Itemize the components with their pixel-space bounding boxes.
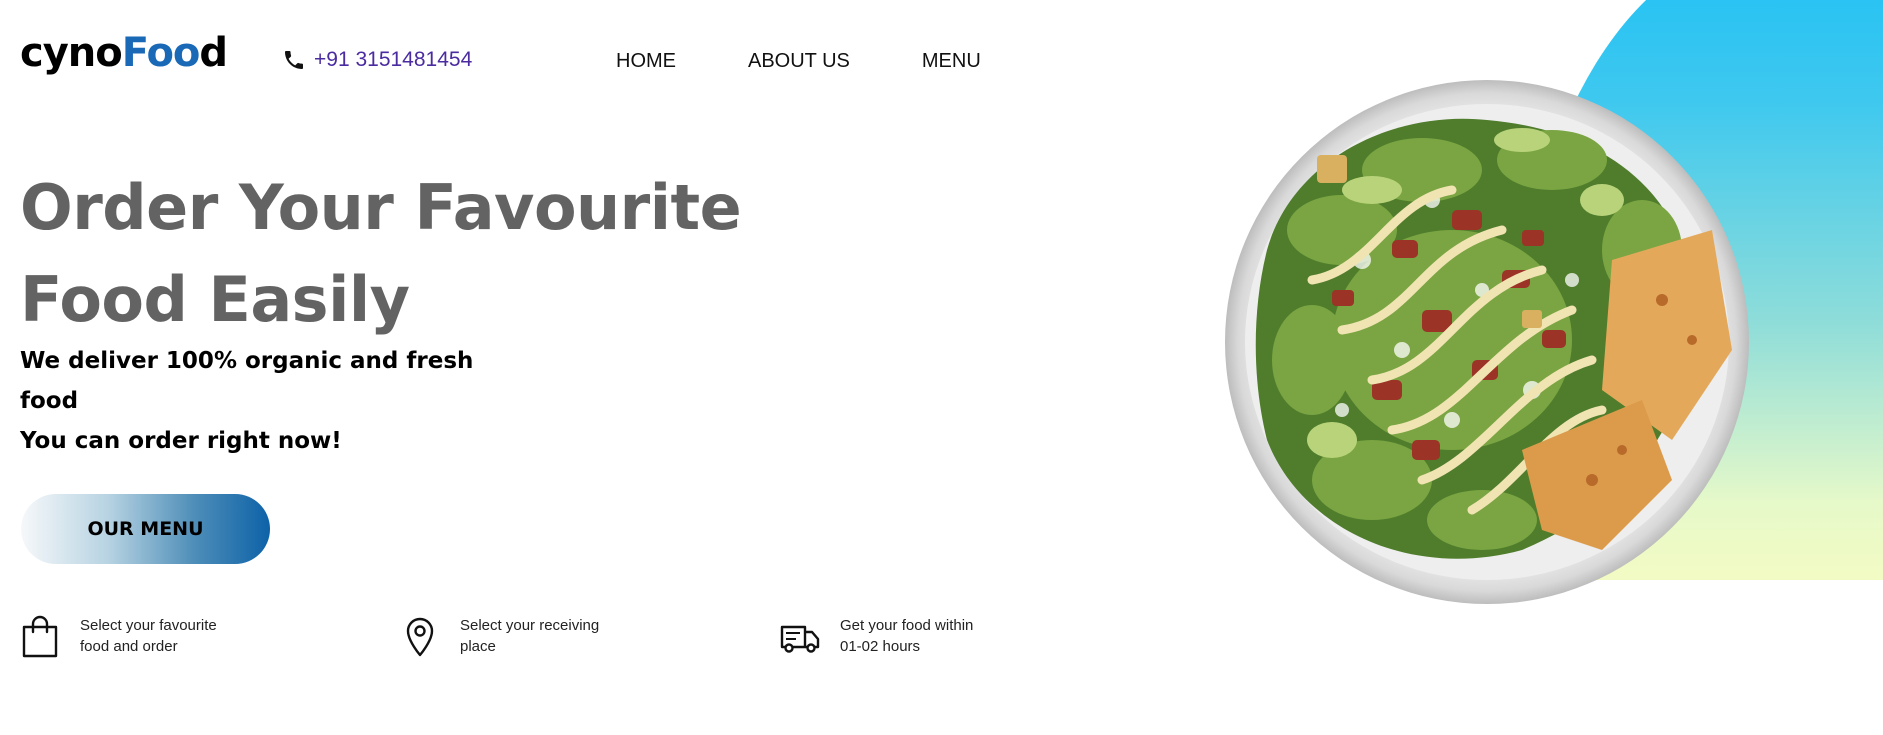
- delivery-truck-icon: [780, 625, 820, 653]
- logo-prefix: cyno: [20, 30, 123, 76]
- steps-row: Select your favourite food and order Sel…: [20, 615, 1020, 675]
- step-text: Select your favourite food and order: [80, 615, 217, 657]
- step-line: Select your favourite: [80, 617, 217, 634]
- nav-menu[interactable]: MENU: [922, 50, 981, 73]
- nav-home[interactable]: HOME: [616, 50, 676, 73]
- phone-contact[interactable]: +91 3151481454: [282, 48, 472, 72]
- step-item-place: Select your receiving place: [400, 615, 599, 659]
- step-text: Select your receiving place: [460, 615, 599, 657]
- nav-about-us[interactable]: ABOUT US: [748, 50, 850, 73]
- headline-line-1: Order Your Favourite: [20, 171, 742, 244]
- step-item-delivery: Get your food within 01-02 hours: [780, 615, 973, 659]
- subtitle-line-2: You can order right now!: [20, 428, 342, 454]
- logo-suffix: d: [199, 30, 228, 76]
- headline-line-2: Food Easily: [20, 263, 410, 336]
- step-line: Select your receiving: [460, 617, 600, 634]
- salad-plate-image: [1225, 80, 1749, 604]
- logo-accent: Foo: [121, 30, 201, 76]
- brand-logo[interactable]: cynoFood: [20, 28, 228, 78]
- shopping-bag-icon: [22, 615, 58, 658]
- phone-number: +91 3151481454: [314, 48, 473, 71]
- location-pin-icon: [406, 617, 434, 657]
- step-line: Get your food within: [840, 617, 974, 634]
- step-line: place: [460, 638, 496, 655]
- our-menu-button[interactable]: OUR MENU: [21, 494, 270, 564]
- phone-icon: [285, 51, 303, 69]
- subtitle-line-1: We deliver 100% organic and fresh food: [20, 348, 474, 414]
- hero-headline: Order Your Favourite Food Easily: [20, 162, 742, 346]
- main-nav: HOME ABOUT US MENU: [616, 50, 981, 73]
- hero-subtitle: We deliver 100% organic and fresh food Y…: [20, 341, 480, 461]
- step-line: food and order: [80, 638, 178, 655]
- step-text: Get your food within 01-02 hours: [840, 615, 973, 657]
- step-item-order: Select your favourite food and order: [20, 615, 217, 659]
- step-line: 01-02 hours: [840, 638, 921, 655]
